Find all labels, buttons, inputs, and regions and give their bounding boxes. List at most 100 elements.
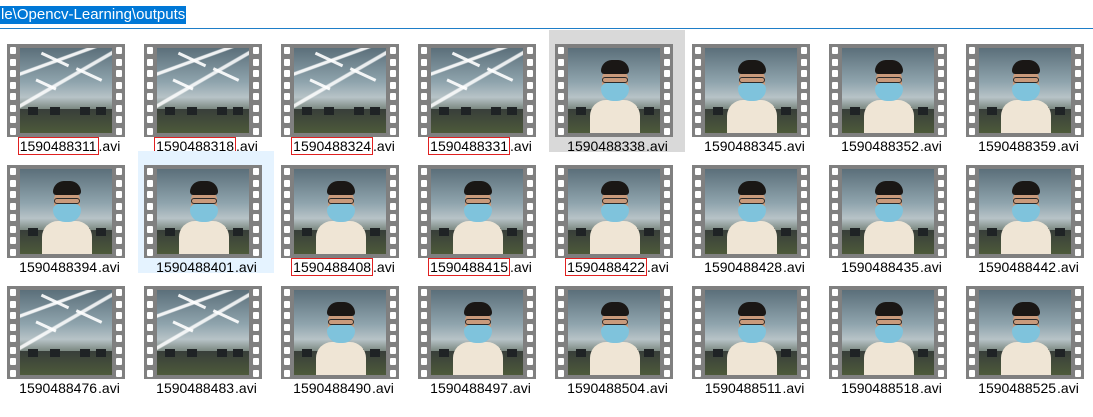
film-sprocket-strip <box>966 165 978 258</box>
sprocket-hole <box>695 116 701 123</box>
sprocket-hole <box>116 116 122 123</box>
file-item[interactable]: 1590488442.avi <box>960 151 1093 275</box>
sprocket-hole <box>695 237 701 244</box>
frame-person <box>727 302 777 375</box>
file-item[interactable]: 1590488504.avi <box>549 272 685 396</box>
file-item[interactable]: 1590488311 .avi <box>1 30 137 155</box>
film-sprocket-strip <box>418 165 430 258</box>
file-item[interactable]: 1590488345.avi <box>686 30 822 154</box>
frame-person <box>42 181 92 254</box>
file-name-label[interactable]: 1590488504.avi <box>549 380 685 396</box>
sprocket-hole <box>664 225 670 233</box>
file-item[interactable]: 1590488331 .avi <box>412 30 548 155</box>
video-file-thumbnail-icon <box>144 44 262 137</box>
address-path-text[interactable]: le\Opencv-Learning\outputs <box>0 6 187 24</box>
sprocket-hole <box>116 300 122 308</box>
sprocket-hole <box>253 312 259 319</box>
sprocket-hole <box>664 248 670 256</box>
ceiling-light <box>177 51 207 68</box>
file-name-label[interactable]: 1590488518.avi <box>823 380 959 396</box>
sprocket-hole <box>147 58 153 66</box>
video-frame-preview <box>842 48 934 133</box>
file-item[interactable]: 1590488490.avi <box>275 272 411 396</box>
frame-monitor <box>781 349 791 357</box>
ceiling-light <box>40 293 70 310</box>
sprocket-hole <box>558 289 564 296</box>
sprocket-hole <box>421 179 427 187</box>
film-sprocket-strip <box>281 286 293 379</box>
sprocket-hole <box>284 225 290 233</box>
sprocket-hole <box>664 358 670 365</box>
person-mask <box>738 325 766 343</box>
film-sprocket-strip <box>692 165 704 258</box>
file-item[interactable]: 1590488525.avi <box>960 272 1093 396</box>
sprocket-hole <box>664 335 670 342</box>
ceiling-light <box>486 67 514 82</box>
file-item[interactable]: 1590488324 .avi <box>275 30 411 155</box>
frame-person <box>590 181 640 254</box>
sprocket-hole <box>664 168 670 175</box>
sprocket-hole <box>801 179 807 187</box>
file-name-label[interactable]: 1590488525.avi <box>960 380 1093 396</box>
file-extension: .avi <box>1057 380 1079 396</box>
sprocket-hole <box>10 104 16 112</box>
file-name-label[interactable]: 1590488476.avi <box>1 380 137 396</box>
sprocket-hole <box>801 70 807 77</box>
sprocket-hole <box>938 47 944 54</box>
file-name-label[interactable]: 1590488490.avi <box>275 380 411 396</box>
sprocket-hole <box>147 358 153 365</box>
person-hair <box>1012 302 1040 316</box>
video-file-thumbnail-icon <box>555 165 673 258</box>
sprocket-hole <box>253 300 259 308</box>
sprocket-hole <box>801 237 807 244</box>
sprocket-hole <box>284 214 290 221</box>
film-sprocket-strip <box>692 44 704 137</box>
file-item[interactable]: 1590488511.avi <box>686 272 822 396</box>
sprocket-hole <box>558 358 564 365</box>
file-item[interactable]: 1590488518.avi <box>823 272 959 396</box>
file-item[interactable]: 1590488415 .avi <box>412 151 548 276</box>
video-frame-preview <box>568 169 660 254</box>
file-item[interactable]: 1590488359.avi <box>960 30 1093 154</box>
film-sprocket-strip <box>1072 44 1084 137</box>
sprocket-hole <box>253 191 259 198</box>
sprocket-hole <box>695 58 701 66</box>
file-name-label[interactable]: 1590488511.avi <box>686 380 822 396</box>
person-hair <box>190 181 218 195</box>
sprocket-hole <box>527 104 533 112</box>
sprocket-hole <box>253 202 259 210</box>
file-name-label[interactable]: 1590488497.avi <box>412 380 548 396</box>
file-item[interactable]: 1590488435.avi <box>823 151 959 275</box>
sprocket-hole <box>969 335 975 342</box>
address-bar[interactable]: le\Opencv-Learning\outputs <box>0 0 1093 29</box>
sprocket-hole <box>558 202 564 210</box>
sprocket-hole <box>147 237 153 244</box>
file-item[interactable]: 1590488476.avi <box>1 272 137 396</box>
file-item[interactable]: 1590488338.avi <box>549 30 685 154</box>
file-item[interactable]: 1590488394.avi <box>1 151 137 275</box>
file-name-label[interactable]: 1590488483.avi <box>138 380 274 396</box>
sprocket-hole <box>527 346 533 354</box>
sprocket-hole <box>147 214 153 221</box>
sprocket-hole <box>801 58 807 66</box>
file-item[interactable]: 1590488428.avi <box>686 151 822 275</box>
sprocket-hole <box>801 214 807 221</box>
sprocket-hole <box>421 225 427 233</box>
file-item[interactable]: 1590488422 .avi <box>549 151 685 276</box>
sprocket-hole <box>147 312 153 319</box>
frame-monitor <box>713 349 723 357</box>
film-sprocket-strip <box>1072 165 1084 258</box>
person-body <box>590 342 640 375</box>
person-mask <box>190 204 218 222</box>
file-item[interactable]: 1590488401.avi <box>138 151 274 275</box>
file-item[interactable]: 1590488483.avi <box>138 272 274 396</box>
sprocket-hole <box>832 179 838 187</box>
file-item[interactable]: 1590488408 .avi <box>275 151 411 276</box>
ceiling-light <box>446 78 468 91</box>
file-item[interactable]: 1590488318 .avi <box>138 30 274 155</box>
sprocket-hole <box>527 248 533 256</box>
sprocket-hole <box>558 58 564 66</box>
file-item[interactable]: 1590488497.avi <box>412 272 548 396</box>
sprocket-hole <box>801 47 807 54</box>
file-item[interactable]: 1590488352.avi <box>823 30 959 154</box>
